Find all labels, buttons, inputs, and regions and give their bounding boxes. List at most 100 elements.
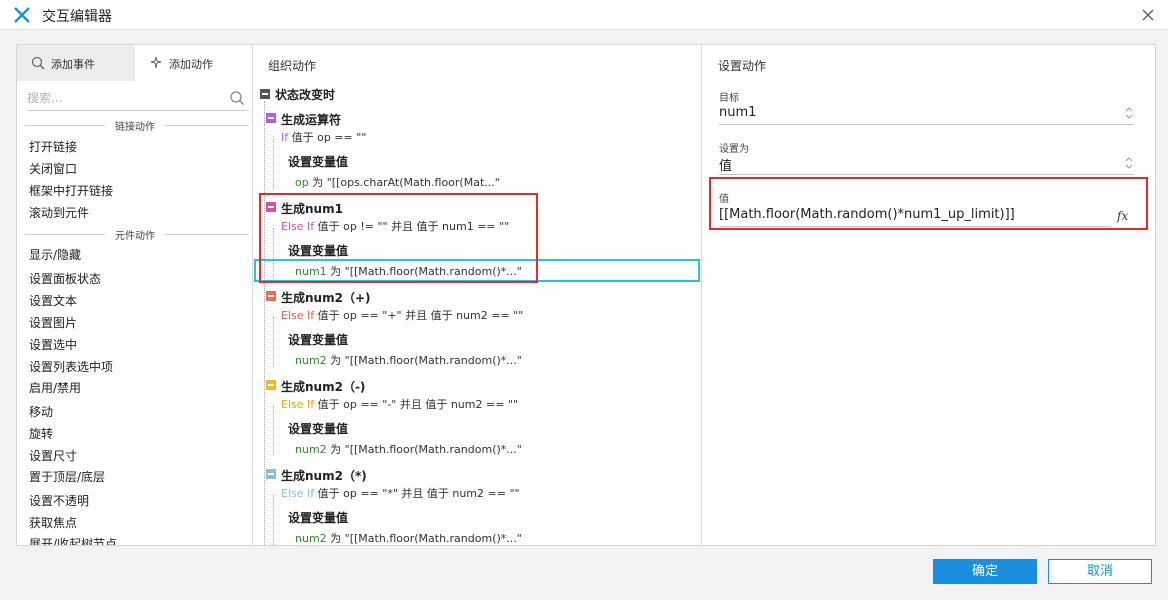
action-item-close-window[interactable]: 关闭窗口 [29, 160, 77, 177]
search-icon[interactable] [229, 90, 245, 106]
case-toggle-icon[interactable] [266, 380, 276, 390]
action-item-open-in-frame[interactable]: 框架中打开链接 [29, 182, 113, 199]
case-action-detail[interactable]: num2 为 "[[Math.floor(Math.random()*..." [295, 352, 522, 368]
case-toggle-icon[interactable] [266, 202, 276, 212]
link-actions-group-label: 链接动作 [115, 122, 155, 133]
case-condition[interactable]: Else If 值于 op == "-" 并且 值于 num2 == "" [281, 396, 518, 412]
case-toggle-icon[interactable] [266, 291, 276, 301]
action-item-set-selected[interactable]: 设置选中 [29, 336, 77, 353]
updown-icon [1125, 107, 1133, 119]
case-action-name[interactable]: 设置变量值 [288, 242, 348, 259]
action-item-rotate[interactable]: 旋转 [29, 425, 53, 442]
value-label: 值 [719, 194, 729, 205]
case-action-var: num2 [295, 354, 327, 367]
organize-actions-panel: 组织动作 状态改变时 生成运算符 If 值于 op == "" 设置变量值 op… [253, 45, 702, 545]
action-item-set-opacity[interactable]: 设置不透明 [29, 492, 89, 509]
case-condition-keyword: Else If [281, 220, 315, 233]
case-condition-text: 值于 op == "*" 并且 值于 num2 == "" [314, 487, 520, 500]
value-input[interactable]: [[Math.floor(Math.random()*num1_up_limit… [719, 205, 1111, 227]
case-action-value: 为 "[[ops.charAt(Math.floor(Mat..." [308, 176, 500, 189]
target-label: 目标 [719, 93, 739, 104]
action-item-show-hide[interactable]: 显示/隐藏 [29, 246, 81, 263]
case-condition-text: 值于 op == "+" 并且 值于 num2 == "" [314, 309, 524, 322]
case-condition-text: 值于 op != "" 并且 值于 num1 == "" [314, 220, 510, 233]
tree-connector [273, 317, 274, 367]
value-text: [[Math.floor(Math.random()*num1_up_limit… [719, 207, 1015, 222]
case-action-var: op [295, 176, 309, 189]
action-item-move[interactable]: 移动 [29, 403, 53, 420]
tree-connector [264, 101, 265, 545]
tab-add-event[interactable]: 添加事件 [17, 45, 135, 81]
configure-action-panel: 设置动作 目标 num1 设置为 值 值 [[Math.floor(Math.r… [702, 45, 1155, 545]
widget-actions-group-header: 元件动作 [17, 227, 252, 242]
case-action-value: 为 "[[Math.floor(Math.random()*..." [326, 532, 522, 545]
target-value: num1 [719, 105, 757, 120]
case-action-value: 为 "[[Math.floor(Math.random()*..." [326, 443, 522, 456]
action-item-bring-front-back[interactable]: 置于顶层/底层 [29, 468, 105, 485]
tab-add-event-label: 添加事件 [51, 58, 95, 71]
action-item-set-text[interactable]: 设置文本 [29, 292, 77, 309]
event-state-change[interactable]: 状态改变时 [275, 86, 335, 103]
case-title[interactable]: 生成num1 [281, 200, 343, 217]
search-input[interactable] [27, 87, 223, 109]
case-condition[interactable]: Else If 值于 op == "*" 并且 值于 num2 == "" [281, 485, 520, 501]
case-action-detail[interactable]: num2 为 "[[Math.floor(Math.random()*..." [295, 530, 522, 545]
case-action-name[interactable]: 设置变量值 [288, 420, 348, 437]
tree-connector [273, 406, 274, 456]
action-item-expand-tree-node[interactable]: 展开/收起树节点 [29, 535, 117, 545]
window-title: 交互编辑器 [42, 9, 112, 25]
collapse-root-icon[interactable] [260, 89, 270, 99]
case-condition[interactable]: If 值于 op == "" [281, 129, 366, 145]
action-item-set-size[interactable]: 设置尺寸 [29, 447, 77, 464]
case-condition[interactable]: Else If 值于 op == "+" 并且 值于 num2 == "" [281, 307, 523, 323]
case-action-var: num2 [295, 443, 327, 456]
action-item-scroll-to-widget[interactable]: 滚动到元件 [29, 204, 89, 221]
case-condition[interactable]: Else If 值于 op != "" 并且 值于 num1 == "" [281, 218, 509, 234]
target-select[interactable]: num1 [719, 103, 1134, 125]
action-item-open-link[interactable]: 打开链接 [29, 138, 77, 155]
close-icon[interactable] [1138, 5, 1158, 25]
case-action-value: 为 "[[Math.floor(Math.random()*..." [326, 265, 522, 278]
updown-icon [1125, 157, 1133, 169]
case-action-name[interactable]: 设置变量值 [288, 509, 348, 526]
case-condition-text: 值于 op == "" [288, 131, 367, 144]
app-logo-icon [14, 7, 30, 23]
fx-icon[interactable]: fx [1117, 209, 1133, 225]
tab-add-action[interactable]: 添加动作 [135, 45, 252, 81]
set-as-value: 值 [719, 159, 733, 174]
case-toggle-icon[interactable] [266, 469, 276, 479]
case-action-value: 为 "[[Math.floor(Math.random()*..." [326, 354, 522, 367]
case-action-name[interactable]: 设置变量值 [288, 153, 348, 170]
action-item-set-image[interactable]: 设置图片 [29, 314, 77, 331]
title-bar: 交互编辑器 [0, 0, 1168, 30]
case-title[interactable]: 生成num2（-) [281, 378, 365, 395]
case-action-var: num1 [295, 265, 327, 278]
ok-button[interactable]: 确定 [933, 559, 1037, 584]
case-action-detail[interactable]: num2 为 "[[Math.floor(Math.random()*..." [295, 441, 522, 457]
library-tabs: 添加事件 添加动作 [17, 45, 252, 81]
configure-action-title: 设置动作 [718, 59, 767, 73]
case-title[interactable]: 生成num2（*) [281, 467, 367, 484]
search-box [27, 87, 249, 111]
case-condition-text: 值于 op == "-" 并且 值于 num2 == "" [314, 398, 519, 411]
set-as-select[interactable]: 值 [719, 153, 1134, 175]
case-title[interactable]: 生成运算符 [281, 111, 341, 128]
add-action-icon [150, 56, 162, 69]
cancel-button[interactable]: 取消 [1048, 559, 1152, 584]
action-item-set-panel-state[interactable]: 设置面板状态 [29, 270, 101, 287]
case-title[interactable]: 生成num2（+) [281, 289, 370, 306]
case-toggle-icon[interactable] [266, 113, 276, 123]
action-item-focus[interactable]: 获取焦点 [29, 514, 77, 531]
tab-add-action-label: 添加动作 [169, 58, 213, 71]
widget-actions-group-label: 元件动作 [115, 231, 155, 242]
tree-connector [273, 139, 274, 189]
link-actions-group-header: 链接动作 [17, 118, 252, 133]
action-library-panel: 添加事件 添加动作 链接动作 打开链接 关闭窗口 框架中打开链接 滚动到元件 [17, 45, 253, 545]
action-item-set-list-selection[interactable]: 设置列表选中项 [29, 358, 113, 375]
case-action-detail[interactable]: op 为 "[[ops.charAt(Math.floor(Mat..." [295, 174, 500, 190]
case-action-name[interactable]: 设置变量值 [288, 331, 348, 348]
editor-body: 添加事件 添加动作 链接动作 打开链接 关闭窗口 框架中打开链接 滚动到元件 [16, 44, 1156, 546]
case-action-detail[interactable]: num1 为 "[[Math.floor(Math.random()*..." [295, 263, 522, 279]
case-condition-keyword: Else If [281, 487, 315, 500]
action-item-enable-disable[interactable]: 启用/禁用 [29, 379, 81, 396]
